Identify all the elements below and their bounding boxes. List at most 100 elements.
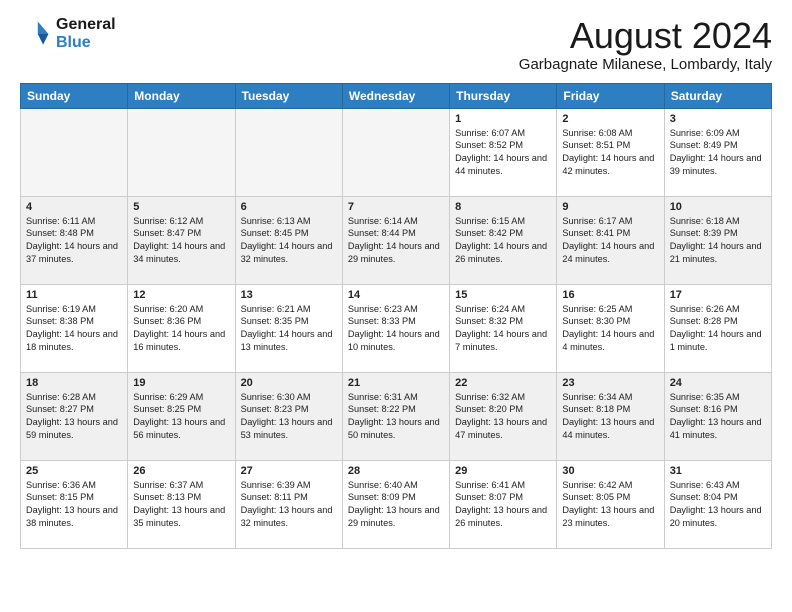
- day-info: Sunrise: 6:34 AMSunset: 8:18 PMDaylight:…: [562, 391, 658, 443]
- calendar-cell: [342, 108, 449, 196]
- day-info: Sunrise: 6:11 AMSunset: 8:48 PMDaylight:…: [26, 215, 122, 267]
- calendar-cell: 19 Sunrise: 6:29 AMSunset: 8:25 PMDayligh…: [128, 372, 235, 460]
- day-info: Sunrise: 6:14 AMSunset: 8:44 PMDaylight:…: [348, 215, 444, 267]
- day-info: Sunrise: 6:20 AMSunset: 8:36 PMDaylight:…: [133, 303, 229, 355]
- day-number: 11: [26, 289, 122, 301]
- day-number: 31: [670, 465, 766, 477]
- calendar-cell: 20 Sunrise: 6:30 AMSunset: 8:23 PMDayligh…: [235, 372, 342, 460]
- month-year: August 2024: [519, 16, 772, 56]
- day-number: 20: [241, 377, 337, 389]
- calendar-cell: 27 Sunrise: 6:39 AMSunset: 8:11 PMDayligh…: [235, 460, 342, 548]
- location: Garbagnate Milanese, Lombardy, Italy: [519, 56, 772, 73]
- calendar-day-header: Wednesday: [342, 83, 449, 108]
- logo-icon: [20, 18, 52, 50]
- day-number: 5: [133, 201, 229, 213]
- day-number: 17: [670, 289, 766, 301]
- calendar-cell: 6 Sunrise: 6:13 AMSunset: 8:45 PMDaylight…: [235, 196, 342, 284]
- day-number: 21: [348, 377, 444, 389]
- logo-text: General Blue: [56, 16, 116, 52]
- calendar-day-header: Saturday: [664, 83, 771, 108]
- day-info: Sunrise: 6:23 AMSunset: 8:33 PMDaylight:…: [348, 303, 444, 355]
- day-info: Sunrise: 6:12 AMSunset: 8:47 PMDaylight:…: [133, 215, 229, 267]
- day-number: 18: [26, 377, 122, 389]
- day-number: 3: [670, 113, 766, 125]
- day-info: Sunrise: 6:35 AMSunset: 8:16 PMDaylight:…: [670, 391, 766, 443]
- day-info: Sunrise: 6:39 AMSunset: 8:11 PMDaylight:…: [241, 479, 337, 531]
- calendar-week-row: 4 Sunrise: 6:11 AMSunset: 8:48 PMDaylight…: [21, 196, 772, 284]
- calendar-cell: 9 Sunrise: 6:17 AMSunset: 8:41 PMDaylight…: [557, 196, 664, 284]
- page: General Blue August 2024 Garbagnate Mila…: [0, 0, 792, 612]
- day-info: Sunrise: 6:31 AMSunset: 8:22 PMDaylight:…: [348, 391, 444, 443]
- day-number: 27: [241, 465, 337, 477]
- day-info: Sunrise: 6:18 AMSunset: 8:39 PMDaylight:…: [670, 215, 766, 267]
- calendar-cell: 8 Sunrise: 6:15 AMSunset: 8:42 PMDaylight…: [450, 196, 557, 284]
- day-number: 25: [26, 465, 122, 477]
- calendar-cell: 23 Sunrise: 6:34 AMSunset: 8:18 PMDayligh…: [557, 372, 664, 460]
- title-block: August 2024 Garbagnate Milanese, Lombard…: [519, 16, 772, 73]
- day-number: 28: [348, 465, 444, 477]
- day-info: Sunrise: 6:15 AMSunset: 8:42 PMDaylight:…: [455, 215, 551, 267]
- day-number: 9: [562, 201, 658, 213]
- calendar-cell: 3 Sunrise: 6:09 AMSunset: 8:49 PMDaylight…: [664, 108, 771, 196]
- calendar-cell: 14Sunrise: 6:23 AMSunset: 8:33 PMDayligh…: [342, 284, 449, 372]
- day-number: 10: [670, 201, 766, 213]
- day-info: Sunrise: 6:41 AMSunset: 8:07 PMDaylight:…: [455, 479, 551, 531]
- day-number: 22: [455, 377, 551, 389]
- day-info: Sunrise: 6:13 AMSunset: 8:45 PMDaylight:…: [241, 215, 337, 267]
- day-info: Sunrise: 6:32 AMSunset: 8:20 PMDaylight:…: [455, 391, 551, 443]
- day-number: 8: [455, 201, 551, 213]
- day-info: Sunrise: 6:36 AMSunset: 8:15 PMDaylight:…: [26, 479, 122, 531]
- day-number: 6: [241, 201, 337, 213]
- day-info: Sunrise: 6:30 AMSunset: 8:23 PMDaylight:…: [241, 391, 337, 443]
- calendar-cell: 18 Sunrise: 6:28 AMSunset: 8:27 PMDayligh…: [21, 372, 128, 460]
- day-info: Sunrise: 6:40 AMSunset: 8:09 PMDaylight:…: [348, 479, 444, 531]
- calendar-cell: [21, 108, 128, 196]
- day-info: Sunrise: 6:09 AMSunset: 8:49 PMDaylight:…: [670, 127, 766, 179]
- calendar-cell: 31Sunrise: 6:43 AMSunset: 8:04 PMDayligh…: [664, 460, 771, 548]
- calendar-cell: 30Sunrise: 6:42 AMSunset: 8:05 PMDayligh…: [557, 460, 664, 548]
- calendar-cell: [235, 108, 342, 196]
- day-info: Sunrise: 6:07 AMSunset: 8:52 PMDaylight:…: [455, 127, 551, 179]
- calendar-cell: 7 Sunrise: 6:14 AMSunset: 8:44 PMDaylight…: [342, 196, 449, 284]
- day-number: 19: [133, 377, 229, 389]
- day-number: 26: [133, 465, 229, 477]
- calendar-cell: [128, 108, 235, 196]
- calendar-day-header: Monday: [128, 83, 235, 108]
- calendar-day-header: Sunday: [21, 83, 128, 108]
- calendar-cell: 2 Sunrise: 6:08 AMSunset: 8:51 PMDaylight…: [557, 108, 664, 196]
- day-info: Sunrise: 6:29 AMSunset: 8:25 PMDaylight:…: [133, 391, 229, 443]
- day-info: Sunrise: 6:19 AMSunset: 8:38 PMDaylight:…: [26, 303, 122, 355]
- calendar-cell: 21 Sunrise: 6:31 AMSunset: 8:22 PMDayligh…: [342, 372, 449, 460]
- calendar-week-row: 1Sunrise: 6:07 AMSunset: 8:52 PMDaylight…: [21, 108, 772, 196]
- calendar-day-header: Friday: [557, 83, 664, 108]
- calendar-header-row: SundayMondayTuesdayWednesdayThursdayFrid…: [21, 83, 772, 108]
- day-info: Sunrise: 6:21 AMSunset: 8:35 PMDaylight:…: [241, 303, 337, 355]
- calendar-cell: 1Sunrise: 6:07 AMSunset: 8:52 PMDaylight…: [450, 108, 557, 196]
- day-info: Sunrise: 6:42 AMSunset: 8:05 PMDaylight:…: [562, 479, 658, 531]
- day-info: Sunrise: 6:28 AMSunset: 8:27 PMDaylight:…: [26, 391, 122, 443]
- calendar-cell: 16Sunrise: 6:25 AMSunset: 8:30 PMDayligh…: [557, 284, 664, 372]
- day-number: 15: [455, 289, 551, 301]
- day-info: Sunrise: 6:24 AMSunset: 8:32 PMDaylight:…: [455, 303, 551, 355]
- calendar-cell: 4 Sunrise: 6:11 AMSunset: 8:48 PMDaylight…: [21, 196, 128, 284]
- day-info: Sunrise: 6:08 AMSunset: 8:51 PMDaylight:…: [562, 127, 658, 179]
- day-number: 4: [26, 201, 122, 213]
- day-info: Sunrise: 6:17 AMSunset: 8:41 PMDaylight:…: [562, 215, 658, 267]
- calendar-cell: 10 Sunrise: 6:18 AMSunset: 8:39 PMDayligh…: [664, 196, 771, 284]
- day-info: Sunrise: 6:25 AMSunset: 8:30 PMDaylight:…: [562, 303, 658, 355]
- calendar-cell: 15 Sunrise: 6:24 AMSunset: 8:32 PMDayligh…: [450, 284, 557, 372]
- day-number: 7: [348, 201, 444, 213]
- calendar-cell: 28 Sunrise: 6:40 AMSunset: 8:09 PMDayligh…: [342, 460, 449, 548]
- day-number: 2: [562, 113, 658, 125]
- calendar-week-row: 25 Sunrise: 6:36 AMSunset: 8:15 PMDayligh…: [21, 460, 772, 548]
- calendar-week-row: 18 Sunrise: 6:28 AMSunset: 8:27 PMDayligh…: [21, 372, 772, 460]
- day-number: 12: [133, 289, 229, 301]
- calendar-cell: 29Sunrise: 6:41 AMSunset: 8:07 PMDayligh…: [450, 460, 557, 548]
- header: General Blue August 2024 Garbagnate Mila…: [20, 16, 772, 73]
- logo: General Blue: [20, 16, 116, 52]
- day-number: 23: [562, 377, 658, 389]
- calendar-cell: 5 Sunrise: 6:12 AMSunset: 8:47 PMDaylight…: [128, 196, 235, 284]
- day-info: Sunrise: 6:26 AMSunset: 8:28 PMDaylight:…: [670, 303, 766, 355]
- day-info: Sunrise: 6:37 AMSunset: 8:13 PMDaylight:…: [133, 479, 229, 531]
- calendar: SundayMondayTuesdayWednesdayThursdayFrid…: [20, 83, 772, 549]
